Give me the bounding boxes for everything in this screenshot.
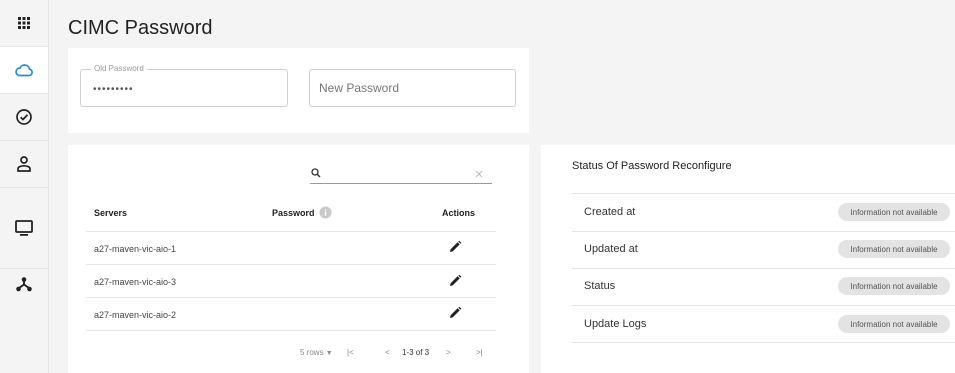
status-badge: Information not available <box>838 315 950 333</box>
chevron-down-icon: ▼ <box>325 350 333 357</box>
row-divider <box>86 264 496 265</box>
column-header-actions: Actions <box>442 208 476 218</box>
table-row-server: a27-maven-vic-aio-2 <box>94 310 177 320</box>
rows-per-page-select[interactable]: 5 rows ▼ <box>300 348 333 357</box>
monitor-icon <box>15 220 33 236</box>
status-badge: Information not available <box>838 203 950 221</box>
page-range: 1-3 of 3 <box>402 348 430 357</box>
status-panel-card <box>541 145 955 373</box>
status-divider <box>572 305 955 306</box>
sidebar-item-network[interactable] <box>0 254 48 314</box>
edit-pencil-icon[interactable] <box>448 306 462 320</box>
status-divider <box>572 268 955 269</box>
status-divider <box>572 193 955 194</box>
status-badge: Information not available <box>838 240 950 258</box>
cloud-icon <box>15 64 33 77</box>
new-password-field[interactable]: New Password <box>309 69 516 107</box>
status-panel-title: Status Of Password Reconfigure <box>572 160 732 172</box>
rows-per-page-value: 5 rows <box>300 348 324 357</box>
row-divider <box>86 231 496 232</box>
apps-grid-icon <box>18 17 30 29</box>
old-password-value: ••••••••• <box>93 84 134 95</box>
sidebar-item-cloud[interactable] <box>0 47 48 94</box>
close-icon[interactable] <box>475 170 483 178</box>
status-label-created-at: Created at <box>584 206 636 218</box>
status-label-updated-at: Updated at <box>584 243 638 255</box>
column-header-servers[interactable]: Servers <box>94 208 127 218</box>
status-label-status: Status <box>584 280 616 292</box>
user-icon <box>17 156 31 172</box>
table-row-server: a27-maven-vic-aio-3 <box>94 277 177 287</box>
info-icon[interactable] <box>319 206 332 219</box>
row-divider <box>86 297 496 298</box>
prev-page-button[interactable]: < <box>385 348 390 357</box>
check-circle-icon <box>16 109 32 125</box>
next-page-button[interactable]: > <box>446 348 451 357</box>
sidebar-item-user[interactable] <box>0 141 48 188</box>
status-divider <box>572 342 955 343</box>
row-divider <box>86 330 496 331</box>
edit-pencil-icon[interactable] <box>448 274 462 288</box>
sidebar-item-check[interactable] <box>0 94 48 141</box>
column-header-password[interactable]: Password <box>272 208 315 218</box>
status-badge: Information not available <box>838 277 950 295</box>
status-label-update-logs: Update Logs <box>584 318 647 330</box>
old-password-label: Old Password <box>91 64 147 73</box>
status-divider <box>572 231 955 232</box>
sidebar-nav <box>0 0 49 373</box>
table-row-server: a27-maven-vic-aio-1 <box>94 244 177 254</box>
sidebar-item-apps[interactable] <box>0 0 48 47</box>
last-page-button[interactable]: >| <box>476 348 483 357</box>
first-page-button[interactable]: |< <box>347 348 354 357</box>
old-password-field[interactable]: Old Password ••••••••• <box>80 64 288 107</box>
page-title: CIMC Password <box>68 17 213 39</box>
servers-search[interactable] <box>310 163 492 185</box>
new-password-placeholder: New Password <box>319 81 400 95</box>
network-icon <box>16 277 32 292</box>
edit-pencil-icon[interactable] <box>448 240 462 254</box>
search-underline <box>310 183 492 184</box>
search-icon <box>311 168 321 178</box>
